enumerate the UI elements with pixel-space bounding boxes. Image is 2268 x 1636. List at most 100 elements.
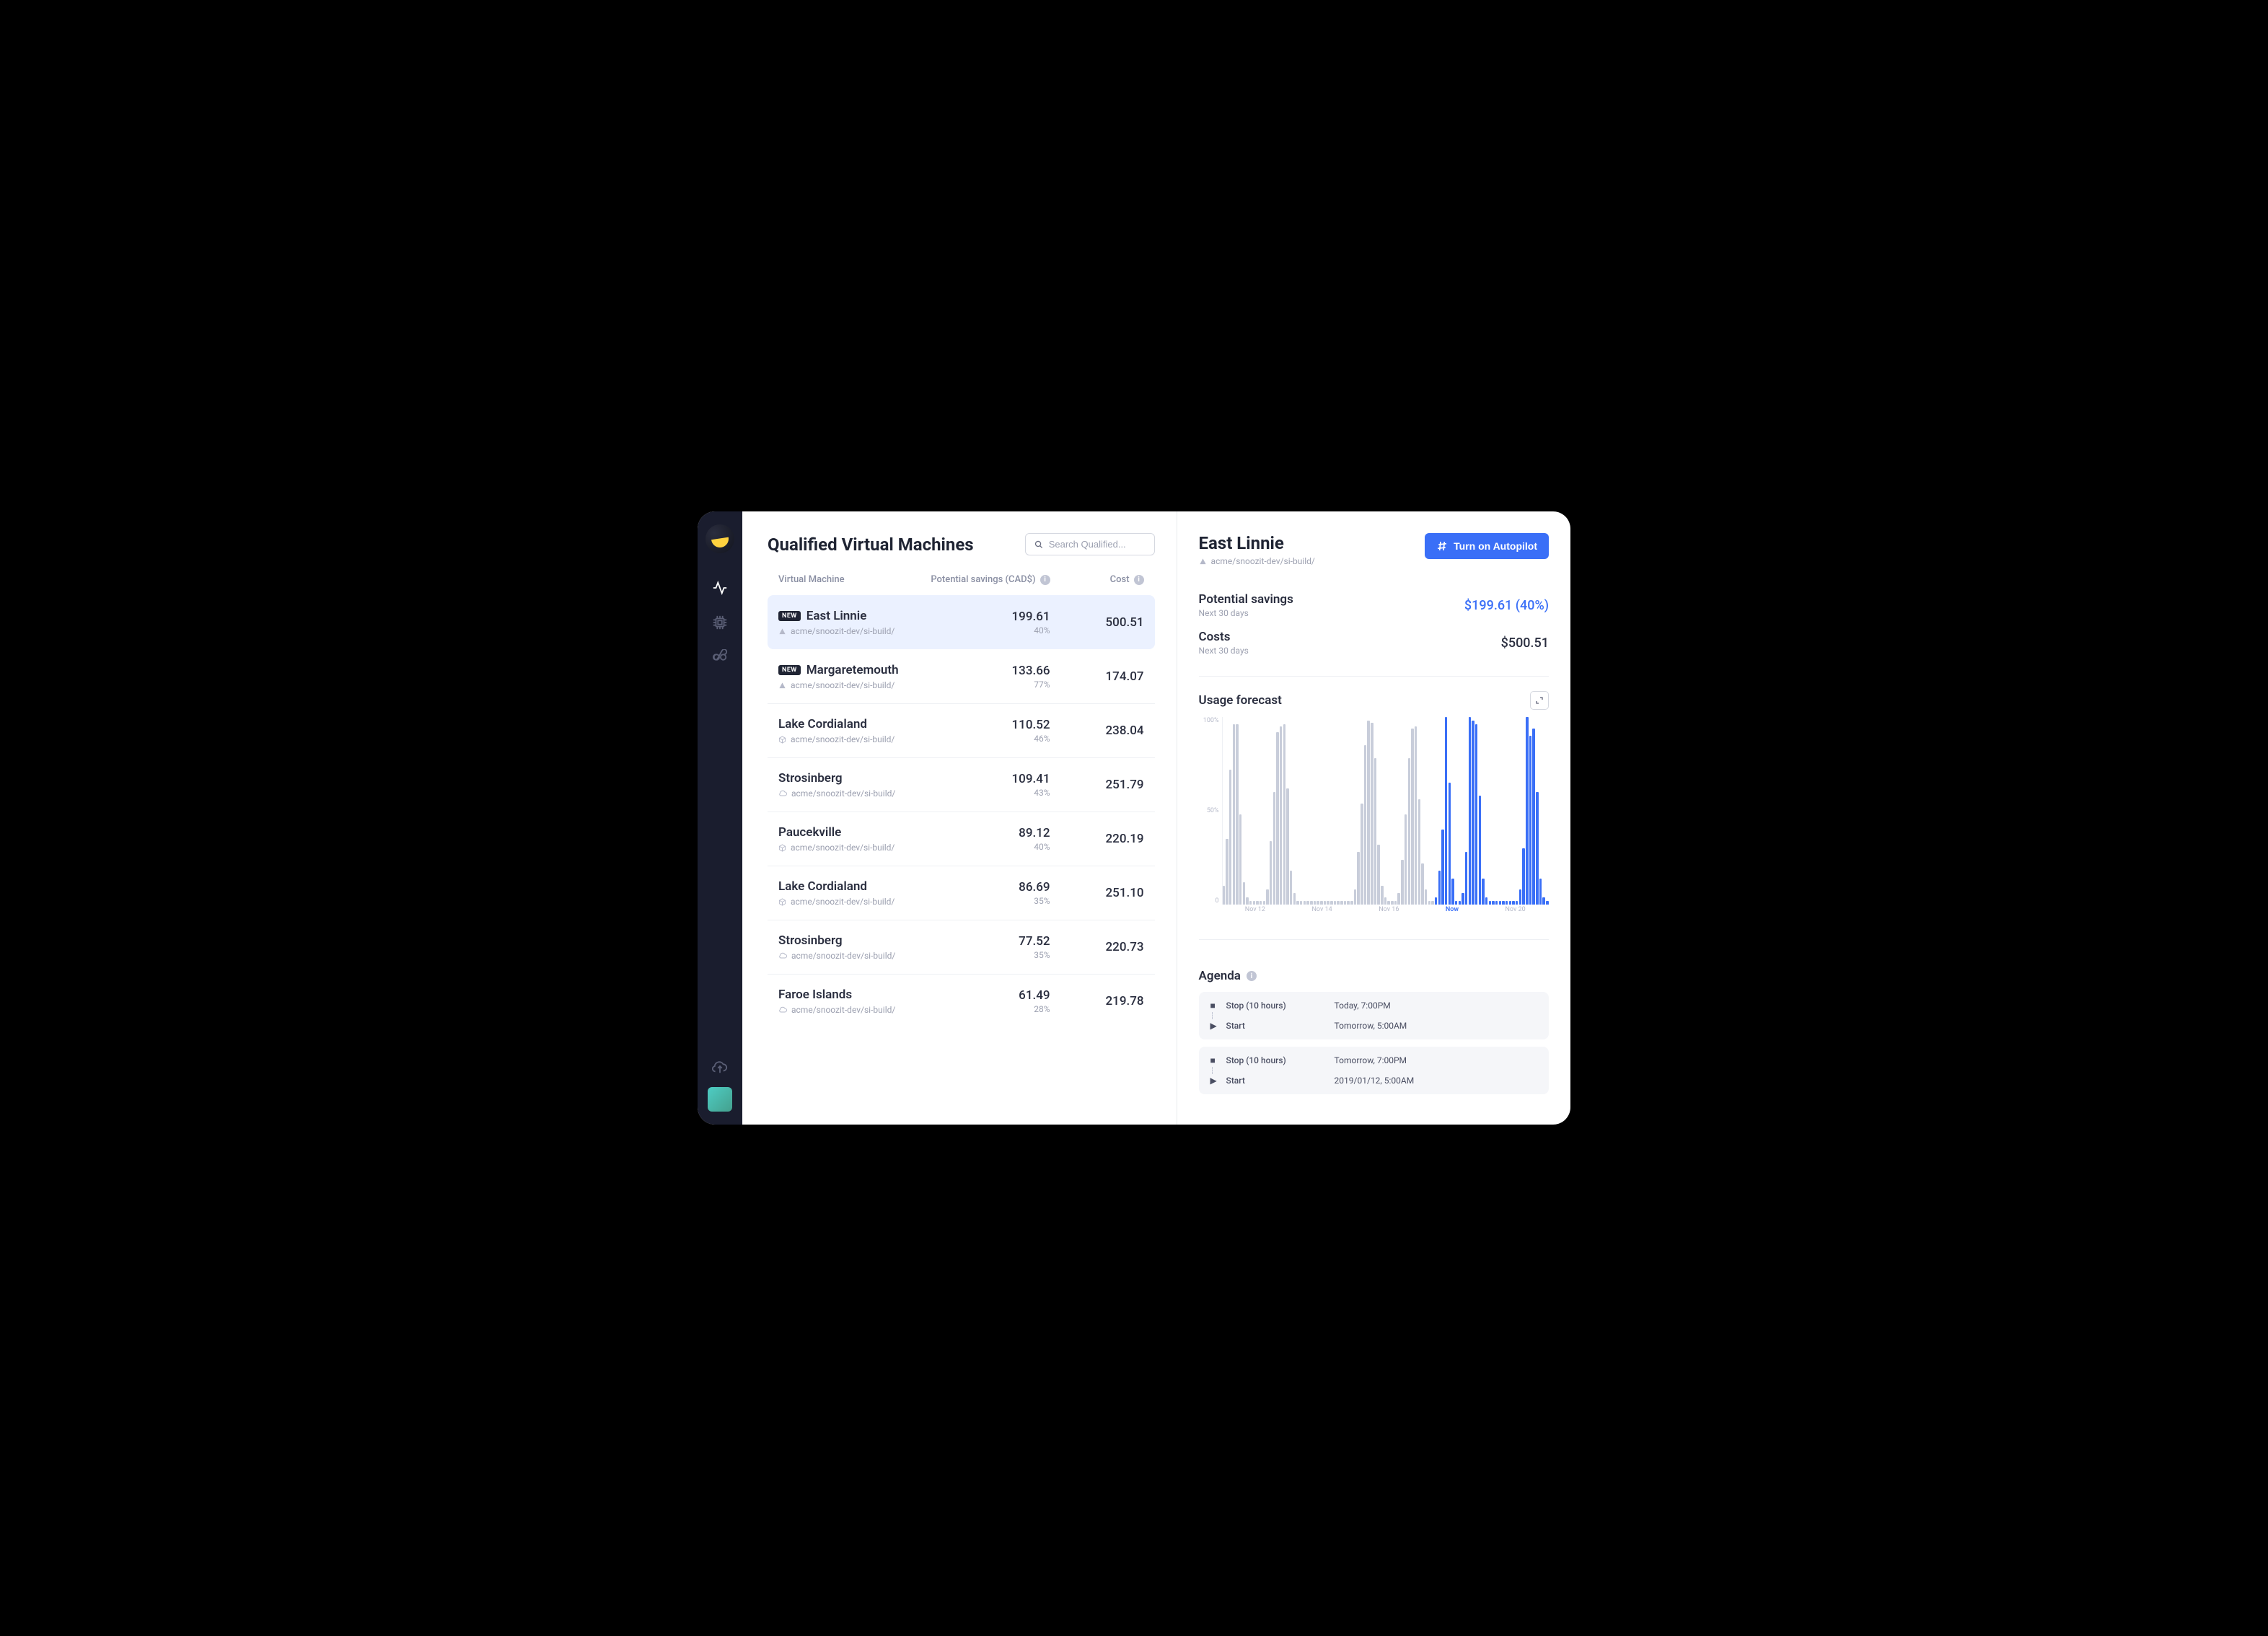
table-row[interactable]: Lake Cordialand acme/snoozit-dev/si-buil…: [768, 703, 1155, 757]
vm-name: Lake Cordialand: [778, 717, 867, 731]
chart-bar: [1438, 871, 1441, 905]
chart-bar: [1512, 901, 1514, 905]
chart-bar: [1306, 901, 1309, 905]
savings-pct: 46%: [920, 734, 1050, 744]
savings-value: 199.61: [920, 610, 1050, 624]
chart-bar: [1469, 717, 1471, 905]
provider-icon: [778, 628, 786, 636]
chart-bar: [1374, 758, 1376, 905]
search-input[interactable]: [1049, 539, 1146, 550]
cloud-upload-icon: [712, 1059, 728, 1075]
chart-bar: [1296, 901, 1298, 905]
vm-name: Faroe Islands: [778, 988, 852, 1002]
nav-infinity[interactable]: [706, 643, 734, 672]
chart-bar: [1465, 852, 1467, 905]
search-box[interactable]: [1025, 533, 1155, 555]
chart-bar: [1246, 897, 1248, 905]
chart-bar: [1502, 901, 1504, 905]
vm-path: acme/snoozit-dev/si-build/: [778, 734, 920, 744]
chart-bar: [1273, 792, 1275, 905]
table-row[interactable]: Strosinberg acme/snoozit-dev/si-build/ 7…: [768, 920, 1155, 974]
stop-icon: ■: [1210, 1055, 1219, 1065]
chart-bar: [1367, 721, 1369, 905]
table-row[interactable]: Paucekville acme/snoozit-dev/si-build/ 8…: [768, 812, 1155, 866]
chart-bar: [1449, 783, 1451, 905]
vm-path: acme/snoozit-dev/si-build/: [778, 897, 920, 907]
new-badge: NEW: [778, 611, 801, 621]
chart-bar: [1249, 901, 1252, 905]
chart-bar: [1266, 889, 1268, 905]
provider-icon: [778, 789, 787, 798]
savings-pct: 35%: [920, 896, 1050, 906]
table-body: NEW East Linnie acme/snoozit-dev/si-buil…: [768, 595, 1155, 1125]
infinity-icon: [712, 649, 728, 665]
chart-bar: [1506, 901, 1508, 905]
chart-bar: [1421, 863, 1423, 905]
x-axis: Nov 12Nov 14Nov 16NowNov 20: [1222, 906, 1549, 919]
chart-bar: [1340, 901, 1342, 905]
stop-icon: ■: [1210, 1000, 1219, 1011]
nav-activity[interactable]: [706, 573, 734, 602]
cost-value: 220.19: [1050, 832, 1144, 846]
chart-bar: [1539, 879, 1542, 905]
vm-name: East Linnie: [806, 609, 867, 623]
nav-cpu[interactable]: [706, 608, 734, 637]
vm-name: Strosinberg: [778, 933, 843, 948]
vm-path: acme/snoozit-dev/si-build/: [778, 951, 920, 961]
info-icon[interactable]: i: [1247, 971, 1257, 981]
table-row[interactable]: NEW Margaretemouth acme/snoozit-dev/si-b…: [768, 649, 1155, 703]
chart-bar: [1344, 901, 1346, 905]
chart-bar: [1509, 901, 1511, 905]
agenda-item: ■ Stop (10 hours) Tomorrow, 7:00PM ▶ Sta…: [1199, 1047, 1549, 1094]
chart-bar: [1499, 901, 1501, 905]
savings-value: 133.66: [920, 664, 1050, 678]
savings-pct: 35%: [920, 950, 1050, 960]
chart-bar: [1330, 901, 1332, 905]
usage-chart: 100% 50% 0 Nov 12Nov 14Nov 16NowNov 20: [1199, 717, 1549, 919]
chart-bar: [1314, 901, 1316, 905]
info-icon[interactable]: i: [1040, 575, 1050, 585]
chart-bar: [1347, 901, 1349, 905]
vm-name: Paucekville: [778, 825, 841, 840]
expand-chart-button[interactable]: [1530, 691, 1549, 710]
chart-bar: [1324, 901, 1326, 905]
table-row[interactable]: Lake Cordialand acme/snoozit-dev/si-buil…: [768, 866, 1155, 920]
chart-bar: [1408, 758, 1410, 905]
cost-value: 220.73: [1050, 940, 1144, 954]
turn-on-autopilot-button[interactable]: Turn on Autopilot: [1425, 533, 1549, 559]
chart-bar: [1418, 799, 1420, 905]
cost-value: 174.07: [1050, 669, 1144, 684]
nav-upload[interactable]: [706, 1052, 734, 1081]
table-row[interactable]: NEW East Linnie acme/snoozit-dev/si-buil…: [768, 595, 1155, 649]
chart-bar: [1482, 879, 1484, 905]
avatar[interactable]: [708, 1087, 732, 1112]
vm-list-panel: Qualified Virtual Machines Virtual Machi…: [742, 511, 1177, 1125]
chart-bar: [1283, 724, 1285, 905]
table-row[interactable]: Faroe Islands acme/snoozit-dev/si-build/…: [768, 974, 1155, 1028]
vm-path: acme/snoozit-dev/si-build/: [778, 626, 920, 636]
agenda-header: Agenda i: [1199, 969, 1549, 983]
chart-bar: [1236, 724, 1238, 905]
info-icon[interactable]: i: [1134, 575, 1144, 585]
chart-bar: [1387, 901, 1389, 905]
chart-bar: [1425, 889, 1427, 905]
chart-bar: [1411, 729, 1413, 905]
chart-bar: [1256, 901, 1258, 905]
provider-icon: [778, 1006, 787, 1014]
chart-bar: [1361, 804, 1363, 905]
logo[interactable]: [706, 524, 734, 553]
vm-name: Margaretemouth: [806, 663, 899, 677]
chart-bar: [1371, 723, 1373, 905]
chart-bar: [1229, 770, 1231, 905]
provider-icon: [778, 898, 786, 906]
chart-bar: [1459, 901, 1461, 905]
chart-bar: [1435, 897, 1437, 905]
cost-value: 219.78: [1050, 994, 1144, 1008]
chart-bar: [1401, 860, 1403, 905]
chart-bar: [1263, 901, 1265, 905]
chart-bar: [1280, 726, 1282, 905]
chart-bar: [1276, 732, 1278, 905]
table-row[interactable]: Strosinberg acme/snoozit-dev/si-build/ 1…: [768, 757, 1155, 812]
costs-value: $500.51: [1501, 636, 1549, 651]
vm-name: Strosinberg: [778, 771, 843, 786]
